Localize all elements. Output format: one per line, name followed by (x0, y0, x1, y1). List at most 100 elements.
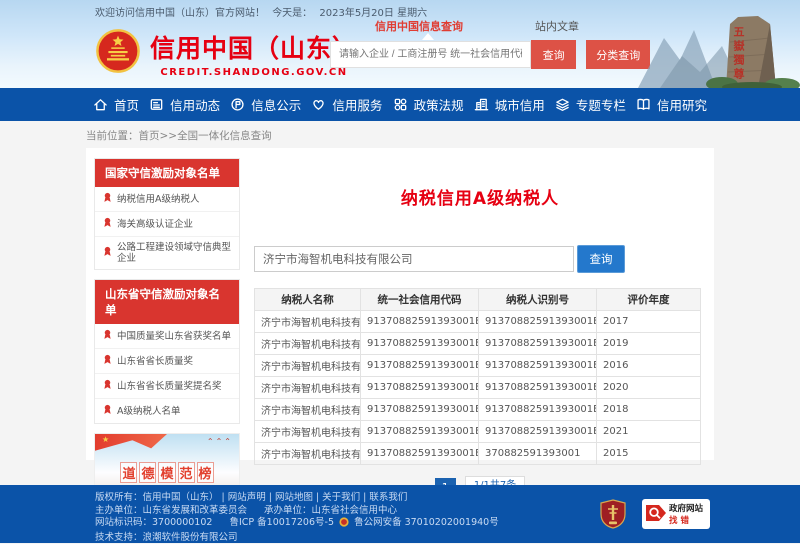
footer-link[interactable]: 网站声明 (228, 492, 266, 503)
nav-item-policy-regulation[interactable]: 政策法规 (393, 95, 464, 114)
table-cell: 济宁市海智机电科技有限公司 (255, 311, 361, 333)
announce-icon (230, 97, 245, 112)
banner-title-char: 范 (178, 462, 195, 483)
police-badge-icon (339, 517, 349, 532)
banner-title-char: 榜 (197, 462, 214, 483)
table-cell: 91370882591393001E (361, 311, 479, 333)
nav-item-credit-research[interactable]: 信用研究 (636, 95, 707, 114)
header-search-input[interactable] (330, 41, 531, 68)
nav-item-home[interactable]: 首页 (93, 95, 139, 114)
nav-item-credit-news[interactable]: 信用动态 (149, 95, 220, 114)
header-search-module: 信用中国信息查询 站内文章 查询 分类查询 (330, 18, 650, 69)
sidebar-item-label: 纳税信用A级纳税人 (117, 194, 200, 205)
site-header: 欢迎访问信用中国（山东）官方网站！ 今天是： 2023年5月20日 星期六 信用… (0, 0, 800, 88)
book-icon (636, 97, 651, 112)
banner-title-char: 德 (139, 462, 156, 483)
sidebar-item[interactable]: 纳税信用A级纳税人 (95, 187, 239, 212)
sidebar-item[interactable]: 山东省省长质量奖 (95, 349, 239, 374)
icp-record-text: 鲁ICP 备10017206号-5 (229, 517, 334, 528)
medal-icon (102, 404, 117, 418)
welcome-text: 欢迎访问信用中国（山东）官方网站！ (95, 8, 265, 19)
main-content: 纳税信用A级纳税人 查询 纳税人名称统一社会信用代码纳税人识别号评价年度 济宁市… (240, 158, 706, 446)
footer-record-line: 网站标识码：3700000102 鲁ICP 备10017206号-5 鲁公网安备… (95, 517, 499, 532)
table-cell: 91370882591393001E (479, 333, 597, 355)
tech-support-text: 技术支持：浪潮软件股份有限公司 (95, 532, 238, 543)
flag-star-icon: ★ (102, 435, 109, 444)
breadcrumb-path[interactable]: 首页>>全国一体化信息查询 (139, 130, 272, 142)
main-nav: 首页信用动态信息公示 信用服务政策法规 城市信用专题专栏 信用研究 (0, 88, 800, 121)
footer-link[interactable]: 关于我们 (322, 492, 360, 503)
sidebar-item[interactable]: 海关高级认证企业 (95, 212, 239, 237)
sidebar: 国家守信激励对象名单纳税信用A级纳税人海关高级认证企业公路工程建设领域守信典型企… (94, 158, 240, 446)
table-cell: 91370882591393001E (361, 421, 479, 443)
table-cell: 济宁市海智机电科技有限公司 (255, 421, 361, 443)
footer-link-separator: | (316, 492, 319, 503)
header-search-button[interactable]: 查询 (531, 40, 577, 69)
site-logo[interactable]: 信用中国（山东） CREDIT.SHANDONG.GOV.CN (95, 28, 358, 78)
nav-item-city-credit[interactable]: 城市信用 (474, 95, 545, 114)
news-icon (149, 97, 164, 112)
tab-credit-info-query[interactable]: 信用中国信息查询 (375, 18, 463, 32)
footer-link[interactable]: 联系我们 (369, 492, 407, 503)
nav-item-label: 首页 (114, 95, 139, 114)
sidebar-item[interactable]: A级纳税人名单 (95, 399, 239, 423)
gov-badge-subtitle: 找错 (669, 514, 703, 526)
table-row: 济宁市海智机电科技有限公司91370882591393001E913708825… (255, 355, 701, 377)
table-cell: 济宁市海智机电科技有限公司 (255, 443, 361, 465)
sidebar-sections: 国家守信激励对象名单纳税信用A级纳税人海关高级认证企业公路工程建设领域守信典型企… (94, 158, 240, 424)
doves-graphic: ⌃⌃⌃ (207, 437, 233, 446)
site-footer: 版权所有：信用中国（山东）|网站声明|网站地图|关于我们|联系我们 主办单位：山… (0, 485, 800, 543)
tab-site-articles[interactable]: 站内文章 (535, 18, 579, 32)
sidebar-section-1: 国家守信激励对象名单纳税信用A级纳税人海关高级认证企业公路工程建设领域守信典型企… (94, 158, 240, 270)
nav-item-label: 信用研究 (657, 95, 707, 114)
table-row: 济宁市海智机电科技有限公司91370882591393001E370882591… (255, 443, 701, 465)
site-code-text: 网站标识码：3700000102 (95, 517, 212, 528)
sidebar-item[interactable]: 中国质量奖山东省获奖名单 (95, 324, 239, 349)
breadcrumb: 当前位置：首页>>全国一体化信息查询 (86, 128, 714, 143)
national-emblem-icon (95, 28, 141, 78)
copyright-text: 版权所有：信用中国（山东） (95, 492, 219, 503)
company-search-input[interactable] (254, 246, 574, 272)
medal-icon (102, 379, 117, 393)
footer-copyright-line: 版权所有：信用中国（山东）|网站声明|网站地图|关于我们|联系我们 (95, 492, 499, 505)
active-tab-pointer (422, 33, 434, 40)
magnifier-arrow-icon (645, 502, 667, 527)
nav-item-credit-service[interactable]: 信用服务 (311, 95, 382, 114)
nav-item-label: 城市信用 (495, 95, 545, 114)
taishan-mountain-image: 五嶽獨尊 (630, 12, 800, 88)
table-cell: 济宁市海智机电科技有限公司 (255, 355, 361, 377)
table-header-row: 纳税人名称统一社会信用代码纳税人识别号评价年度 (255, 289, 701, 311)
nav-item-info-publicity[interactable]: 信息公示 (230, 95, 301, 114)
gov-site-error-report-badge[interactable]: 政府网站 找错 (642, 499, 710, 529)
nav-item-special-column[interactable]: 专题专栏 (555, 95, 626, 114)
table-header-cell: 纳税人名称 (255, 289, 361, 311)
table-header-cell: 纳税人识别号 (479, 289, 597, 311)
breadcrumb-label: 当前位置： (86, 130, 139, 142)
security-record-text: 鲁公网安备 37010202001940号 (354, 517, 499, 528)
sidebar-section-title: 山东省守信激励对象名单 (95, 280, 239, 324)
sidebar-item-label: 海关高级认证企业 (117, 219, 193, 230)
government-shield-badge[interactable] (600, 499, 626, 529)
sidebar-item[interactable]: 山东省省长质量奖提名奖 (95, 374, 239, 399)
table-cell: 91370882591393001E (361, 377, 479, 399)
table-row: 济宁市海智机电科技有限公司91370882591393001E913708825… (255, 421, 701, 443)
footer-link[interactable]: 网站地图 (275, 492, 313, 503)
sidebar-item[interactable]: 公路工程建设领域守信典型企业 (95, 237, 239, 269)
table-cell: 91370882591393001E (361, 333, 479, 355)
sidebar-item-label: A级纳税人名单 (117, 406, 181, 417)
table-cell: 2018 (597, 399, 701, 421)
table-cell: 济宁市海智机电科技有限公司 (255, 399, 361, 421)
table-cell: 91370882591393001E (361, 355, 479, 377)
main-nav-list: 首页信用动态信息公示 信用服务政策法规 城市信用专题专栏 信用研究 (93, 88, 707, 121)
footer-tech-line: 技术支持：浪潮软件股份有限公司 (95, 532, 499, 544)
medal-icon (102, 329, 117, 343)
table-cell: 2015 (597, 443, 701, 465)
table-cell: 2019 (597, 333, 701, 355)
table-row: 济宁市海智机电科技有限公司91370882591393001E913708825… (255, 333, 701, 355)
query-button[interactable]: 查询 (577, 245, 625, 273)
nav-item-label: 信用服务 (332, 95, 382, 114)
table-header-cell: 评价年度 (597, 289, 701, 311)
site-domain: CREDIT.SHANDONG.GOV.CN (150, 67, 358, 78)
table-cell: 2021 (597, 421, 701, 443)
mountain-inscription: 五嶽獨尊 (730, 26, 746, 82)
